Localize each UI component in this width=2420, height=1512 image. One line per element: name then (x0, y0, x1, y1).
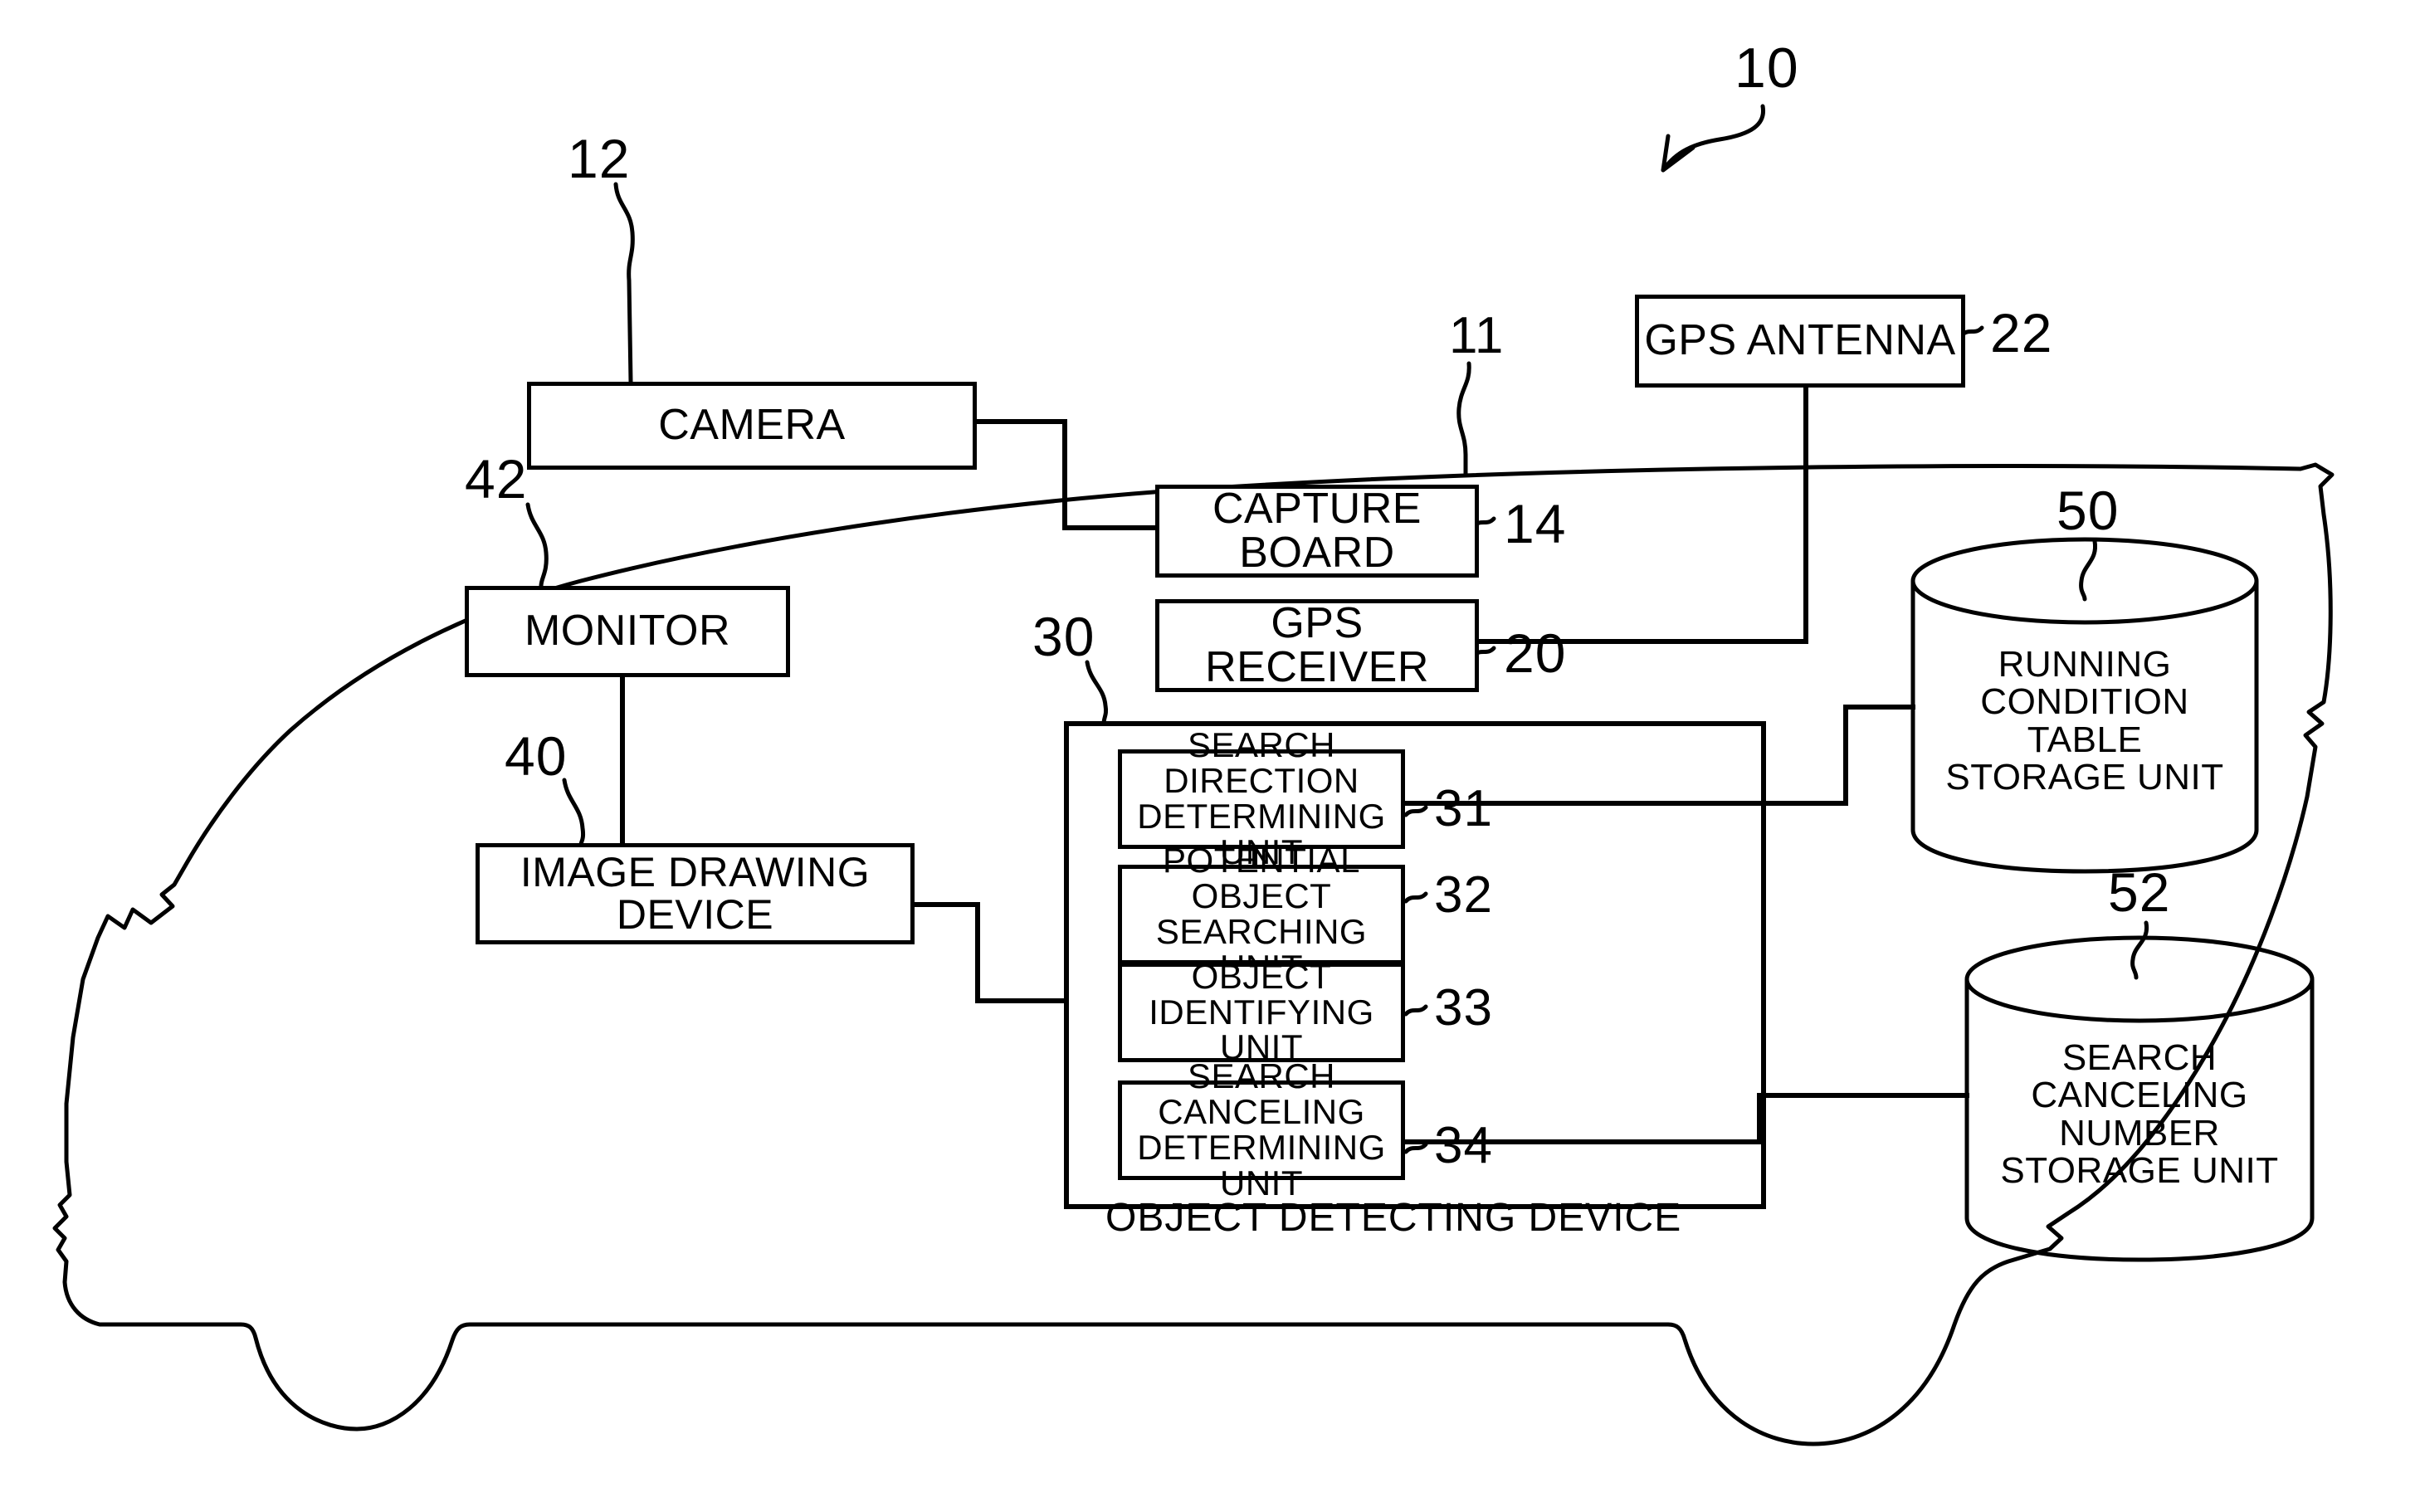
block-image-drawing-device[interactable]: IMAGE DRAWING DEVICE (476, 843, 915, 944)
storage-52-line4: STORAGE UNIT (2000, 1149, 2279, 1191)
storage-search-canceling-number-label: SEARCH CANCELING NUMBER STORAGE UNIT (1967, 1037, 2312, 1191)
unit-object-identifying-line2: IDENTIFYING UNIT (1149, 992, 1374, 1067)
storage-50-line1: RUNNING (1998, 644, 2172, 685)
storage-52-line3: NUMBER (2059, 1112, 2220, 1154)
block-camera[interactable]: CAMERA (527, 382, 977, 470)
ref-22: 22 (1990, 302, 2053, 363)
ref-32: 32 (1434, 866, 1493, 924)
unit-search-direction-determining-line1: SEARCH DIRECTION (1164, 725, 1359, 801)
storage-50-line4: STORAGE UNIT (1945, 756, 2224, 797)
block-capture-board[interactable]: CAPTURE BOARD (1155, 485, 1479, 578)
unit-potential-object-searching-line1: POTENTIAL OBJECT (1163, 841, 1360, 916)
block-monitor-label: MONITOR (524, 607, 731, 656)
unit-search-direction-determining[interactable]: SEARCH DIRECTION DETERMINING UNIT (1118, 728, 1405, 870)
ref-30: 30 (1032, 606, 1095, 667)
block-image-drawing-device-label-line1: IMAGE DRAWING (520, 849, 871, 895)
ref-20: 20 (1504, 622, 1567, 684)
ref-11: 11 (1449, 307, 1505, 364)
ref-40: 40 (505, 725, 568, 787)
ref-34: 34 (1434, 1117, 1493, 1174)
unit-object-identifying-line1: OBJECT (1191, 956, 1332, 996)
storage-50-line2: CONDITION (1980, 681, 2189, 723)
ref-10: 10 (1734, 37, 1799, 100)
ref-14: 14 (1504, 493, 1567, 554)
unit-potential-object-searching[interactable]: POTENTIAL OBJECT SEARCHING UNIT (1118, 843, 1405, 985)
unit-search-canceling-determining[interactable]: SEARCH CANCELING DETERMINING UNIT (1118, 1059, 1405, 1201)
block-gps-receiver[interactable]: GPS RECEIVER (1155, 599, 1479, 692)
ref-12: 12 (568, 128, 631, 189)
ref-50: 50 (2057, 480, 2120, 541)
patent-figure: 10 11 12 42 40 30 22 14 20 50 52 31 32 3… (0, 0, 2420, 1512)
unit-search-canceling-determining-line2: DETERMINING UNIT (1137, 1128, 1386, 1202)
ref-31: 31 (1434, 780, 1493, 837)
ref-33: 33 (1434, 979, 1493, 1036)
block-gps-receiver-label: GPS RECEIVER (1205, 598, 1429, 691)
unit-object-identifying[interactable]: OBJECT IDENTIFYING UNIT (1118, 958, 1405, 1065)
ref-52: 52 (2108, 861, 2171, 923)
block-capture-board-label: CAPTURE BOARD (1212, 484, 1422, 577)
block-gps-antenna-label: GPS ANTENNA (1644, 316, 1956, 365)
ref-42: 42 (465, 448, 528, 510)
storage-52-line1: SEARCH (2061, 1037, 2218, 1078)
block-monitor[interactable]: MONITOR (465, 586, 790, 677)
object-detecting-device-caption: OBJECT DETECTING DEVICE (1105, 1196, 1682, 1240)
block-gps-antenna[interactable]: GPS ANTENNA (1635, 295, 1965, 388)
unit-search-canceling-determining-line1: SEARCH CANCELING (1158, 1056, 1365, 1132)
storage-52-line2: CANCELING (2031, 1075, 2248, 1116)
storage-running-condition-table-label: RUNNING CONDITION TABLE STORAGE UNIT (1913, 644, 2257, 797)
storage-50-line3: TABLE (2027, 719, 2143, 760)
block-camera-label: CAMERA (658, 401, 846, 450)
block-image-drawing-device-label-line2: DEVICE (616, 891, 774, 938)
